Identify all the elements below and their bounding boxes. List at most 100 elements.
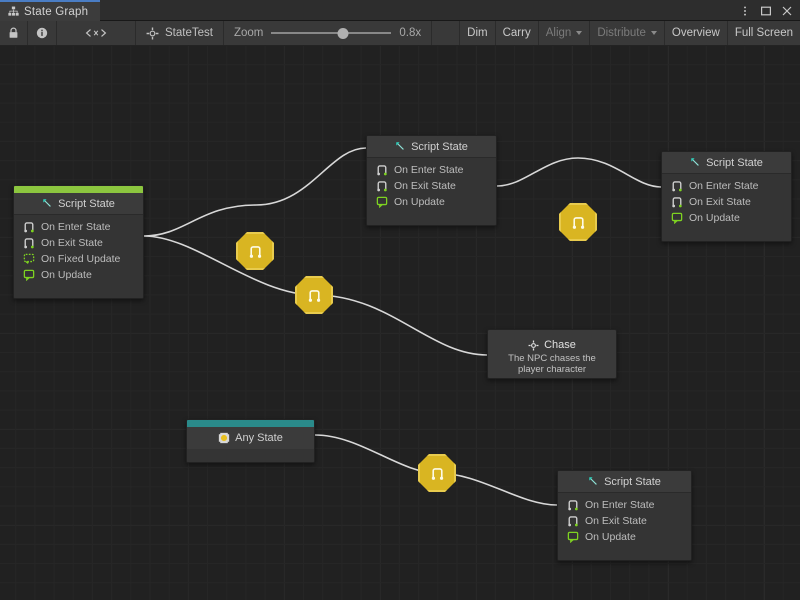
- on-enter-state-icon: [567, 499, 579, 511]
- node-port-label: On Enter State: [394, 164, 463, 176]
- title-bar: State Graph: [0, 0, 800, 21]
- node-port-row[interactable]: On Exit State: [662, 194, 791, 210]
- node-port-row[interactable]: On Exit State: [367, 178, 496, 194]
- close-icon[interactable]: [778, 2, 796, 20]
- on-update-icon: [671, 212, 683, 224]
- node-port-label: On Exit State: [585, 515, 647, 527]
- move-tool-icon: [528, 340, 539, 351]
- node-port-label: On Fixed Update: [41, 253, 120, 265]
- kebab-menu-icon[interactable]: [736, 2, 754, 20]
- transition-node[interactable]: [236, 232, 274, 270]
- any-state-node[interactable]: Any State: [186, 419, 315, 463]
- node-ports: On Enter State On Exit State On Update: [367, 158, 496, 216]
- on-enter-state-icon: [23, 221, 35, 233]
- node-title: Script State: [706, 157, 763, 169]
- toolbar-button-align[interactable]: Align: [539, 21, 591, 45]
- node-port-row[interactable]: On Update: [14, 267, 143, 283]
- transition-node[interactable]: [559, 203, 597, 241]
- node-port-row[interactable]: On Exit State: [14, 235, 143, 251]
- lock-button[interactable]: [0, 21, 28, 45]
- node-port-label: On Enter State: [41, 221, 110, 233]
- node-footer: [187, 449, 314, 462]
- zoom-label: Zoom: [234, 27, 263, 39]
- move-tool-icon: [146, 27, 159, 40]
- script-state-node[interactable]: Script StateOn Enter StateOn Exit StateO…: [661, 151, 792, 242]
- on-exit-state-icon: [671, 196, 683, 208]
- node-header[interactable]: Script State: [558, 471, 691, 493]
- script-state-icon: [395, 141, 406, 152]
- transition-icon: [430, 466, 445, 481]
- on-update-icon: [23, 269, 35, 281]
- script-state-icon: [588, 476, 599, 487]
- node-any-state-accent-bar: [187, 420, 314, 427]
- node-header[interactable]: Any State: [187, 427, 314, 449]
- node-port-row[interactable]: On Enter State: [558, 497, 691, 513]
- any-state-icon: [218, 432, 230, 444]
- node-port-row[interactable]: On Exit State: [558, 513, 691, 529]
- zoom-slider[interactable]: [271, 27, 391, 39]
- variables-button[interactable]: [57, 21, 136, 45]
- toolbar-button-dim[interactable]: Dim: [460, 21, 495, 45]
- toolbar-right-buttons: DimCarryAlign Distribute Overview Full Scre…: [460, 21, 800, 45]
- node-ports: On Enter State On Exit State On Update: [662, 174, 791, 232]
- maximize-icon[interactable]: [757, 2, 775, 20]
- transition-icon: [248, 244, 263, 259]
- node-header[interactable]: Script State: [662, 152, 791, 174]
- transition-edge[interactable]: [144, 148, 366, 236]
- toolbar-button-carry[interactable]: Carry: [496, 21, 539, 45]
- script-state-node[interactable]: Script StateOn Enter StateOn Exit StateO…: [366, 135, 497, 226]
- node-port-label: On Update: [394, 196, 445, 208]
- node-port-row[interactable]: On Enter State: [367, 162, 496, 178]
- node-footer: [558, 551, 691, 560]
- on-update-icon: [567, 531, 579, 543]
- node-ports: On Enter State On Exit State On Fixed Upda…: [14, 215, 143, 289]
- toolbar-button-label: Distribute: [597, 27, 646, 39]
- zoom-control[interactable]: Zoom 0.8x: [224, 21, 432, 45]
- node-port-row[interactable]: On Fixed Update: [14, 251, 143, 267]
- on-exit-state-icon: [376, 180, 388, 192]
- node-port-label: On Exit State: [689, 196, 751, 208]
- zoom-slider-knob[interactable]: [338, 28, 349, 39]
- node-port-label: On Exit State: [41, 237, 103, 249]
- graph-name-field[interactable]: StateTest: [136, 21, 224, 45]
- node-port-row[interactable]: On Update: [367, 194, 496, 210]
- on-exit-state-icon: [23, 237, 35, 249]
- toolbar-button-label: Full Screen: [735, 27, 793, 39]
- on-enter-state-icon: [671, 180, 683, 192]
- node-title: Chase: [544, 339, 576, 351]
- node-start-accent-bar: [14, 186, 143, 193]
- node-title: Script State: [604, 476, 661, 488]
- node-port-label: On Update: [41, 269, 92, 281]
- node-footer: [367, 216, 496, 225]
- transition-edge[interactable]: [497, 158, 661, 187]
- zoom-value: 0.8x: [399, 27, 421, 39]
- node-port-row[interactable]: On Enter State: [662, 178, 791, 194]
- node-header[interactable]: Script State: [14, 193, 143, 215]
- node-description: The NPC chases the player character: [488, 351, 616, 379]
- node-header[interactable]: Script State: [367, 136, 496, 158]
- script-state-icon: [42, 198, 53, 209]
- node-title: Script State: [58, 198, 115, 210]
- graph-canvas[interactable]: Script StateOn Enter StateOn Exit StateO…: [0, 46, 800, 600]
- super-state-node-chase[interactable]: ChaseThe NPC chases the player character: [487, 329, 617, 379]
- toolbar: StateTest Zoom 0.8x DimCarryAlign Distrib…: [0, 21, 800, 46]
- zoom-slider-track: [271, 32, 391, 34]
- transition-node[interactable]: [295, 276, 333, 314]
- node-port-row[interactable]: On Update: [558, 529, 691, 545]
- toolbar-button-distribute[interactable]: Distribute: [590, 21, 665, 45]
- angle-brackets-icon: [83, 27, 109, 39]
- toolbar-button-overview[interactable]: Overview: [665, 21, 728, 45]
- state-graph-window: State Graph: [0, 0, 800, 600]
- info-button[interactable]: [28, 21, 57, 45]
- node-ports: On Enter State On Exit State On Update: [558, 493, 691, 551]
- node-footer: [14, 289, 143, 298]
- node-header[interactable]: Chase: [488, 330, 616, 351]
- script-state-node[interactable]: Script StateOn Enter StateOn Exit StateO…: [557, 470, 692, 561]
- transition-node[interactable]: [418, 454, 456, 492]
- node-port-row[interactable]: On Enter State: [14, 219, 143, 235]
- node-port-row[interactable]: On Update: [662, 210, 791, 226]
- tab-state-graph[interactable]: State Graph: [0, 0, 100, 21]
- script-state-node[interactable]: Script StateOn Enter StateOn Exit StateO…: [13, 185, 144, 299]
- toolbar-button-full-screen[interactable]: Full Screen: [728, 21, 800, 45]
- window-buttons: [736, 0, 796, 21]
